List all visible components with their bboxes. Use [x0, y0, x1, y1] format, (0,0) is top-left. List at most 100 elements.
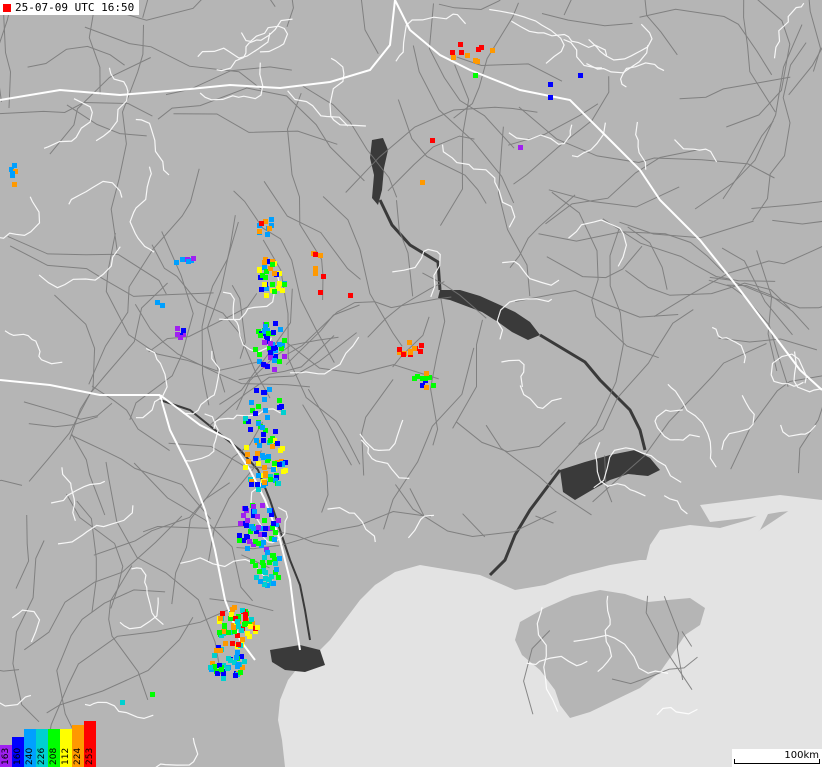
lightning-strike-marker — [262, 397, 267, 402]
lightning-strike-marker — [321, 274, 326, 279]
lightning-strike-marker — [238, 670, 243, 675]
legend-label-5: 112 — [61, 747, 71, 765]
lightning-strike-marker — [271, 467, 276, 472]
legend-swatch-2: 240 — [24, 729, 36, 767]
lightning-strike-marker — [266, 577, 271, 582]
lightning-strike-marker — [253, 563, 258, 568]
lightning-strike-marker — [407, 340, 412, 345]
lightning-strike-marker — [397, 347, 402, 352]
lightning-strike-marker — [225, 666, 230, 671]
lightning-strike-marker — [256, 487, 261, 492]
lightning-strike-marker — [451, 55, 456, 60]
lightning-strike-marker — [257, 352, 262, 357]
status-flag-icon — [3, 3, 11, 12]
lightning-strike-marker — [217, 630, 222, 635]
lightning-strike-marker — [277, 462, 282, 467]
lightning-strike-marker — [245, 452, 250, 457]
scale-bar: 100km — [732, 749, 822, 767]
lightning-strike-marker — [277, 398, 282, 403]
lightning-strike-marker — [256, 525, 261, 530]
lightning-strike-marker — [150, 692, 155, 697]
lightning-strike-marker — [412, 376, 417, 381]
lightning-strike-marker — [259, 221, 264, 226]
lightning-strike-marker — [226, 630, 231, 635]
lightning-strike-marker — [186, 259, 191, 264]
lightning-strike-marker — [230, 607, 235, 612]
lightning-strike-marker — [256, 461, 261, 466]
lightning-strike-marker — [261, 540, 266, 545]
lightning-strike-marker — [208, 665, 213, 670]
lightning-strike-marker — [282, 282, 287, 287]
lightning-strike-marker — [256, 404, 261, 409]
lightning-strike-marker — [242, 622, 247, 627]
scale-line — [734, 759, 820, 764]
legend-swatch-6: 224 — [72, 725, 84, 767]
legend-label-6: 224 — [73, 747, 83, 765]
lightning-strike-marker — [221, 676, 226, 681]
lightning-strike-marker — [249, 400, 254, 405]
legend-swatch-7: 253 — [84, 721, 96, 767]
lightning-strike-marker — [253, 456, 258, 461]
lightning-strike-marker — [418, 349, 423, 354]
timestamp-header: 25-07-09 UTC 16:50 — [0, 0, 140, 15]
map-canvas — [0, 0, 822, 767]
legend-label-3: 226 — [37, 747, 47, 765]
lightning-strike-marker — [268, 477, 273, 482]
lightning-strike-marker — [277, 405, 282, 410]
lightning-strike-marker — [245, 546, 250, 551]
lightning-strike-marker — [12, 182, 17, 187]
lightning-strike-marker — [230, 641, 235, 646]
lightning-strike-marker — [431, 383, 436, 388]
lightning-strike-marker — [424, 385, 429, 390]
lightning-strike-marker — [254, 575, 259, 580]
lightning-strike-marker — [267, 387, 272, 392]
lightning-strike-marker — [265, 232, 270, 237]
age-legend: 163 160 240 226 208 112 224 253 — [0, 719, 96, 767]
legend-label-2: 240 — [25, 747, 35, 765]
lightning-strike-marker — [278, 448, 283, 453]
lightning-strike-marker — [476, 47, 481, 52]
lightning-strike-marker — [473, 73, 478, 78]
lightning-strike-marker — [212, 653, 217, 658]
lightning-strike-marker — [181, 328, 186, 333]
lightning-strike-marker — [245, 518, 250, 523]
lightning-strike-marker — [243, 416, 248, 421]
lightning-strike-marker — [267, 508, 272, 513]
legend-swatch-5: 112 — [60, 729, 72, 767]
lightning-strike-marker — [248, 624, 253, 629]
lightning-strike-marker — [261, 432, 266, 437]
lightning-strike-marker — [255, 451, 260, 456]
lightning-strike-marker — [348, 293, 353, 298]
lightning-strike-marker — [255, 482, 260, 487]
lightning-strike-marker — [245, 631, 250, 636]
lightning-strike-marker — [313, 266, 318, 271]
lightning-strike-marker — [262, 465, 267, 470]
lightning-strike-marker — [237, 533, 242, 538]
lightning-strike-marker — [234, 655, 239, 660]
lightning-strike-marker — [236, 642, 241, 647]
lightning-strike-marker — [313, 252, 318, 257]
lightning-strike-marker — [262, 518, 267, 523]
lightning-strike-marker — [423, 376, 428, 381]
lightning-strike-marker — [269, 217, 274, 222]
lightning-strike-marker — [276, 481, 281, 486]
lightning-strike-marker — [270, 444, 275, 449]
lightning-strike-marker — [252, 509, 257, 514]
lightning-strike-marker — [263, 275, 268, 280]
lightning-strike-marker — [401, 352, 406, 357]
lightning-strike-marker — [318, 253, 323, 258]
lightning-strike-marker — [277, 342, 282, 347]
lightning-strike-marker — [274, 567, 279, 572]
lightning-strike-marker — [271, 521, 276, 526]
lightning-strike-marker — [518, 145, 523, 150]
lightning-strike-marker — [267, 560, 272, 565]
lightning-strike-marker — [273, 530, 278, 535]
lightning-strike-marker — [270, 282, 275, 287]
lightning-strike-marker — [243, 465, 248, 470]
legend-label-7: 253 — [85, 747, 95, 765]
lightning-strike-marker — [246, 459, 251, 464]
lightning-strike-marker — [248, 427, 253, 432]
lightning-strike-marker — [233, 673, 238, 678]
lightning-strike-marker — [120, 700, 125, 705]
lightning-strike-marker — [255, 514, 260, 519]
